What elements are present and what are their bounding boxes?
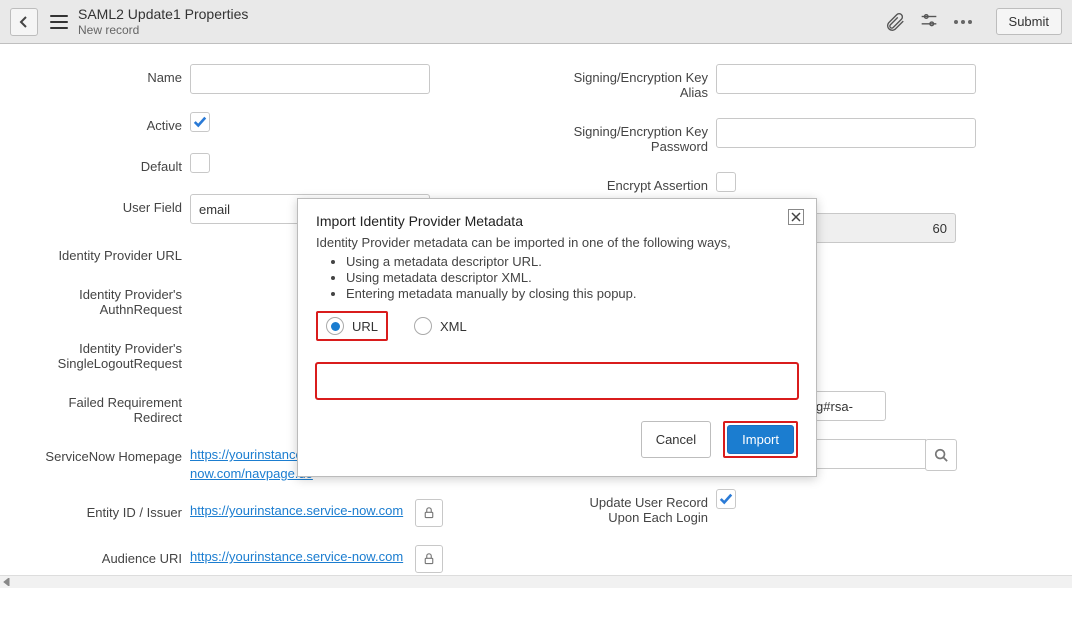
metadata-url-input[interactable] xyxy=(317,364,797,398)
dialog-bullet: Using metadata descriptor XML. xyxy=(346,270,798,285)
active-label: Active xyxy=(30,112,190,133)
dialog-close-button[interactable] xyxy=(788,209,804,225)
metadata-type-radio-group: URL XML xyxy=(316,311,798,341)
name-label: Name xyxy=(30,64,190,85)
metadata-url-input-wrap xyxy=(316,363,798,399)
failed-redirect-label: Failed Requirement Redirect xyxy=(30,389,190,425)
user-field-label: User Field xyxy=(30,194,190,215)
sign-key-alias-input[interactable] xyxy=(716,64,976,94)
import-button[interactable]: Import xyxy=(727,425,794,454)
radio-url-label: URL xyxy=(352,319,378,334)
sn-homepage-link-2[interactable]: now.com/navpage.do xyxy=(190,466,313,481)
idp-authn-label: Identity Provider's AuthnRequest xyxy=(30,281,190,317)
sign-key-pw-label: Signing/Encryption Key Password xyxy=(536,118,716,154)
scroll-left-arrow[interactable] xyxy=(0,576,14,589)
back-button[interactable] xyxy=(10,8,38,36)
default-checkbox[interactable] xyxy=(190,153,210,173)
entity-id-label: Entity ID / Issuer xyxy=(30,499,190,520)
radio-option-url[interactable]: URL xyxy=(316,311,388,341)
sn-homepage-label: ServiceNow Homepage xyxy=(30,443,190,464)
default-label: Default xyxy=(30,153,190,174)
chevron-left-icon xyxy=(18,16,30,28)
sign-key-alias-label: Signing/Encryption Key Alias xyxy=(536,64,716,100)
dialog-bullet: Using a metadata descriptor URL. xyxy=(346,254,798,269)
lookup-search-button[interactable] xyxy=(925,439,957,471)
menu-icon[interactable] xyxy=(50,15,68,29)
settings-sliders-icon[interactable] xyxy=(918,11,940,33)
update-user-checkbox[interactable] xyxy=(716,489,736,509)
more-actions-icon[interactable] xyxy=(952,11,974,33)
radio-xml-label: XML xyxy=(440,319,467,334)
active-checkbox[interactable] xyxy=(190,112,210,132)
header-tools: Submit xyxy=(884,8,1062,35)
dialog-bullet: Entering metadata manually by closing th… xyxy=(346,286,798,301)
audience-uri-lock-button[interactable] xyxy=(415,545,443,573)
cancel-button[interactable]: Cancel xyxy=(641,421,711,458)
name-input[interactable] xyxy=(190,64,430,94)
radio-option-xml[interactable]: XML xyxy=(406,313,475,339)
dialog-actions: Cancel Import xyxy=(316,421,798,458)
horizontal-scrollbar[interactable] xyxy=(0,575,1072,588)
sign-key-pw-input[interactable] xyxy=(716,118,976,148)
submit-button[interactable]: Submit xyxy=(996,8,1062,35)
header-bar: SAML2 Update1 Properties New record Subm… xyxy=(0,0,1072,44)
page-title-block: SAML2 Update1 Properties New record xyxy=(78,6,248,37)
audience-uri-link[interactable]: https://yourinstance.service-now.com xyxy=(190,549,403,564)
search-icon xyxy=(934,448,948,462)
close-icon xyxy=(791,212,801,222)
dialog-desc: Identity Provider metadata can be import… xyxy=(316,235,798,250)
page-subtitle: New record xyxy=(78,23,248,37)
idp-url-label: Identity Provider URL xyxy=(30,242,190,263)
entity-id-link[interactable]: https://yourinstance.service-now.com xyxy=(190,503,403,518)
dialog-title: Import Identity Provider Metadata xyxy=(316,213,798,229)
encrypt-assertion-label: Encrypt Assertion xyxy=(536,172,716,193)
import-idp-metadata-dialog: Import Identity Provider Metadata Identi… xyxy=(297,198,817,477)
audience-uri-label: Audience URI xyxy=(30,545,190,566)
import-button-highlight: Import xyxy=(723,421,798,458)
update-user-label: Update User Record Upon Each Login xyxy=(536,489,716,525)
dialog-bullet-list: Using a metadata descriptor URL. Using m… xyxy=(346,254,798,301)
idp-slo-label: Identity Provider's SingleLogoutRequest xyxy=(30,335,190,371)
attachment-icon[interactable] xyxy=(884,11,906,33)
radio-url[interactable] xyxy=(326,317,344,335)
encrypt-assertion-checkbox[interactable] xyxy=(716,172,736,192)
entity-id-lock-button[interactable] xyxy=(415,499,443,527)
radio-xml[interactable] xyxy=(414,317,432,335)
page-title: SAML2 Update1 Properties xyxy=(78,6,248,23)
